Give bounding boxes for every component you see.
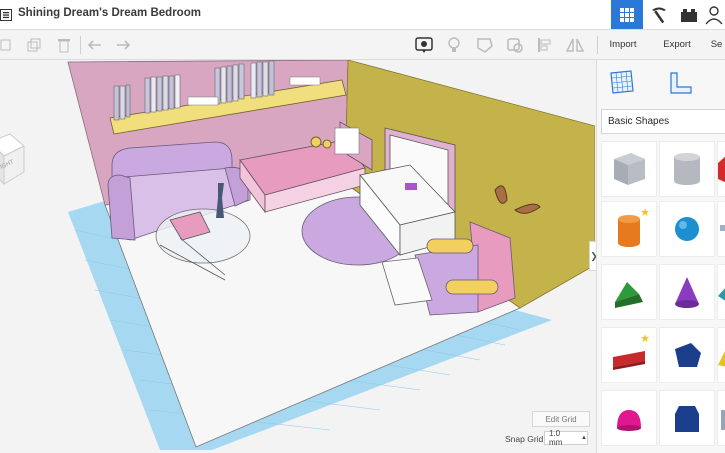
user-icon <box>705 5 723 24</box>
send-to-button[interactable]: Se <box>708 35 725 54</box>
workplane-grid-icon[interactable] <box>609 69 635 100</box>
snap-grid-label: Snap Grid <box>505 434 544 444</box>
shape-scribble[interactable] <box>717 201 725 257</box>
undo-icon[interactable] <box>86 36 104 54</box>
bed-pillow-2 <box>322 139 332 149</box>
redo-icon[interactable] <box>114 36 132 54</box>
shape-category-dropdown[interactable]: Basic Shapes <box>601 109 725 134</box>
ruler-icon[interactable] <box>667 69 695 102</box>
view-notes-icon[interactable] <box>415 36 433 54</box>
shape-cylinder[interactable] <box>659 141 715 197</box>
mirror-icon[interactable] <box>566 36 584 54</box>
shape-sphere[interactable] <box>659 201 715 257</box>
scene-canvas[interactable] <box>0 60 595 453</box>
shape-hole-icon[interactable] <box>506 36 524 54</box>
shelf-box-2 <box>289 76 321 86</box>
edit-grid-button[interactable]: Edit Grid <box>532 411 590 427</box>
3d-view-button[interactable] <box>611 0 643 29</box>
grid-icon <box>620 7 634 22</box>
shape-tube[interactable]: ★ <box>601 201 657 257</box>
snap-grid-value: 1.0 mm <box>549 429 563 447</box>
caret-up-icon: ▲ <box>581 435 587 441</box>
bed-pillow <box>310 136 322 148</box>
light-bulb-icon[interactable] <box>445 36 463 54</box>
star-icon: ★ <box>640 207 650 219</box>
align-icon[interactable] <box>536 36 554 54</box>
dresser-item <box>405 183 417 190</box>
workplane-viewport[interactable]: IGHT Edit Grid Snap Grid 1.0 mm ▲ <box>0 60 595 453</box>
shape-round-roof[interactable] <box>717 264 725 320</box>
top-bar: Shining Dream's Dream Bedroom <box>0 0 725 30</box>
star-icon-2: ★ <box>640 333 650 345</box>
shape-category-label: Basic Shapes <box>608 116 670 127</box>
shape-roof[interactable] <box>717 141 725 197</box>
bedside-box <box>334 127 360 155</box>
shape-pyramid[interactable] <box>717 327 725 383</box>
shape-polygon[interactable] <box>659 327 715 383</box>
shapes-panel: Basic Shapes ★ ★ <box>596 60 725 453</box>
design-title[interactable]: Shining Dream's Dream Bedroom <box>18 7 201 19</box>
bricks-button[interactable] <box>673 0 705 29</box>
shape-paraboloid[interactable] <box>659 390 715 446</box>
brick-icon <box>681 8 697 22</box>
export-button[interactable]: Export <box>654 35 700 54</box>
import-button[interactable]: Import <box>600 35 646 54</box>
pickaxe-icon <box>652 7 666 23</box>
shape-cone[interactable] <box>659 264 715 320</box>
shape-box[interactable] <box>601 141 657 197</box>
view-cube[interactable]: IGHT <box>0 132 28 193</box>
shape-half-sphere[interactable] <box>601 390 657 446</box>
duplicate-icon[interactable] <box>25 36 43 54</box>
shelf-box <box>187 96 219 106</box>
shape-wedge[interactable] <box>601 264 657 320</box>
shape-text[interactable]: ★ <box>601 327 657 383</box>
menu-icon[interactable] <box>0 8 12 21</box>
snap-grid-select[interactable]: 1.0 mm ▲ <box>544 429 588 447</box>
profile-button[interactable] <box>703 0 725 29</box>
copy-icon[interactable] <box>0 36 14 54</box>
codeblocks-button[interactable] <box>643 0 675 29</box>
trash-icon[interactable] <box>55 36 73 54</box>
shape-solid-icon[interactable] <box>476 36 494 54</box>
shape-torus[interactable] <box>717 390 725 446</box>
edit-toolbar: Import Export Se <box>0 30 725 60</box>
